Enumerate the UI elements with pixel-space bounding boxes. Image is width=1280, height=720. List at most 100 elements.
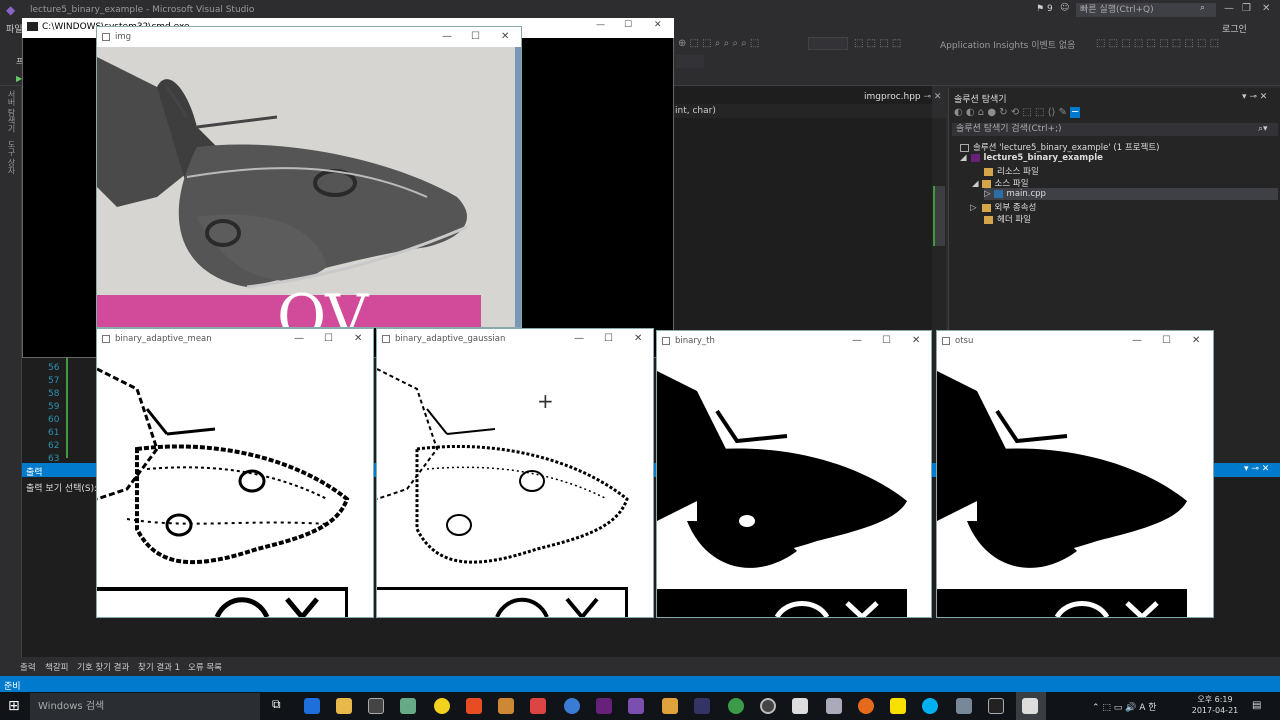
- console-minimize-button[interactable]: —: [596, 20, 605, 30]
- editor-scroll-thumb[interactable]: [933, 186, 945, 246]
- minimize-button[interactable]: —: [294, 329, 304, 349]
- app-icon[interactable]: [498, 698, 514, 714]
- toolbar-combobox[interactable]: [808, 37, 848, 50]
- visual-studio-icon[interactable]: [596, 698, 612, 714]
- toolbar-icons-mid[interactable]: ⬚ ⬚ ⬚ ⬚: [854, 38, 901, 49]
- maximize-button[interactable]: ☐: [324, 329, 333, 349]
- store-icon[interactable]: [368, 698, 384, 714]
- config-dropdown[interactable]: [676, 55, 704, 68]
- login-link[interactable]: 로그인: [1222, 22, 1247, 35]
- close-button[interactable]: ✕: [1262, 3, 1270, 14]
- close-button[interactable]: ✕: [634, 329, 642, 349]
- solution-explorer-toolbar[interactable]: ◐ ◐ ⌂ ● ↻ ⟲ ⬚ ⬚ ⟨⟩ ✎ ─: [954, 107, 1280, 121]
- application-insights[interactable]: Application Insights 이벤트 없음: [940, 38, 1075, 51]
- expand-icon[interactable]: ◢: [972, 179, 979, 189]
- tab-imgproc-hpp[interactable]: imgproc.hpp ⊸ ✕: [864, 92, 941, 102]
- moth-photo: OV: [97, 47, 521, 327]
- tree-item-header-files[interactable]: 헤더 파일: [984, 213, 1031, 225]
- quick-launch-input[interactable]: 빠른 실행(Ctrl+Q): [1076, 3, 1216, 17]
- firefox-icon[interactable]: [858, 698, 874, 714]
- tree-item-resource-files[interactable]: 리소스 파일: [984, 165, 1039, 177]
- maximize-button[interactable]: ☐: [604, 329, 613, 349]
- collapse-icon[interactable]: ▷: [970, 203, 977, 213]
- toolbar-icons-left[interactable]: ⊕ ⬚ ⬚ ⌕ ⌕ ⌕ ⌕ ⬚: [678, 38, 759, 49]
- tab-symbol-results[interactable]: 기호 찾기 결과: [77, 661, 129, 673]
- toolbar-icons-right[interactable]: ⬚ ⬚ ⬚ ⬚ ⬚ ⬚ ⬚ ⬚ ⬚ ⬚: [1096, 38, 1219, 49]
- windows-start-icon[interactable]: ⊞: [8, 698, 20, 714]
- skype-icon[interactable]: [922, 698, 938, 714]
- notification-center-icon[interactable]: ▤: [1252, 700, 1261, 711]
- binary-adaptive-gaussian-titlebar[interactable]: binary_adaptive_gaussian — ☐ ✕: [377, 329, 653, 349]
- minimize-button[interactable]: —: [1224, 3, 1234, 14]
- app-icon[interactable]: [530, 698, 546, 714]
- taskbar-search-box[interactable]: Windows 검색: [30, 693, 260, 720]
- tab-bookmarks[interactable]: 책갈피: [45, 661, 68, 673]
- search-options-icon[interactable]: ⌕▾: [1258, 124, 1268, 134]
- visual-studio-icon[interactable]: [628, 698, 644, 714]
- server-explorer-tab[interactable]: 서버 탐색기: [6, 90, 17, 133]
- member-navigation-dropdown[interactable]: int, char): [672, 104, 932, 118]
- binary-adaptive-mean-titlebar[interactable]: binary_adaptive_mean — ☐ ✕: [97, 329, 373, 349]
- binary-th-titlebar[interactable]: binary_th — ☐ ✕: [657, 331, 931, 351]
- opencv-window-icon[interactable]: [1022, 698, 1038, 714]
- maximize-button[interactable]: ☐: [1162, 331, 1171, 351]
- restore-button[interactable]: ❐: [1242, 3, 1251, 14]
- task-view-icon[interactable]: ⧉: [272, 697, 281, 712]
- console-close-button[interactable]: ✕: [654, 20, 662, 30]
- app-icon[interactable]: [564, 698, 580, 714]
- tab-output[interactable]: 출력: [20, 661, 36, 673]
- minimize-button[interactable]: —: [442, 27, 452, 47]
- app-icon[interactable]: [662, 698, 678, 714]
- tree-item-external-deps[interactable]: ▷ 외부 종속성: [970, 201, 1036, 213]
- img-window[interactable]: img — ☐ ✕ OV: [96, 26, 522, 328]
- kakaotalk-icon[interactable]: [890, 698, 906, 714]
- console-maximize-button[interactable]: ☐: [624, 20, 632, 30]
- collapse-icon[interactable]: ▷: [984, 189, 991, 199]
- maximize-button[interactable]: ☐: [882, 331, 891, 351]
- maximize-button[interactable]: ☐: [471, 27, 480, 47]
- otsu-window[interactable]: otsu — ☐ ✕: [936, 330, 1214, 618]
- solution-search-input[interactable]: 솔루션 탐색기 검색(Ctrl+;): [952, 123, 1278, 136]
- toolbox-tab[interactable]: 도구 상자: [6, 140, 17, 175]
- chrome-icon[interactable]: [728, 698, 744, 714]
- media-player-icon[interactable]: [434, 698, 450, 714]
- panel-controls[interactable]: ▾ ⊸ ✕: [1242, 92, 1267, 102]
- close-button[interactable]: ✕: [501, 27, 509, 47]
- expand-icon[interactable]: ◢: [960, 153, 967, 163]
- taskbar-clock[interactable]: 오후 6:19 2017-04-21: [1190, 694, 1240, 716]
- output-controls[interactable]: ▾ ⊸ ✕: [1244, 464, 1269, 474]
- edge-icon[interactable]: [304, 698, 320, 714]
- mouse-crosshair-icon: +: [537, 389, 554, 413]
- tree-item-solution[interactable]: 솔루션 'lecture5_binary_example' (1 프로젝트): [960, 141, 1159, 153]
- feedback-icon[interactable]: ☺: [1060, 3, 1069, 13]
- close-button[interactable]: ✕: [912, 331, 920, 351]
- minimize-button[interactable]: —: [1132, 331, 1142, 351]
- binary-adaptive-gaussian-window[interactable]: binary_adaptive_gaussian — ☐ ✕ +: [376, 328, 654, 618]
- otsu-titlebar[interactable]: otsu — ☐ ✕: [937, 331, 1213, 351]
- tab-error-list[interactable]: 오류 목록: [188, 661, 222, 673]
- close-button[interactable]: ✕: [1192, 331, 1200, 351]
- minimize-button[interactable]: —: [852, 331, 862, 351]
- app-icon[interactable]: [400, 698, 416, 714]
- tab-find-results[interactable]: 찾기 결과 1: [138, 661, 180, 673]
- tree-item-source-files[interactable]: ◢ 소스 파일: [972, 177, 1029, 189]
- close-button[interactable]: ✕: [354, 329, 362, 349]
- cmd-icon[interactable]: [988, 698, 1004, 714]
- system-tray-icons[interactable]: ⌃ ⬚ ▭ 🔊 A 한: [1092, 700, 1157, 713]
- minimize-button[interactable]: —: [574, 329, 584, 349]
- tree-item-project[interactable]: ◢ lecture5_binary_example: [960, 153, 1103, 163]
- binary-adaptive-mean-window[interactable]: binary_adaptive_mean — ☐ ✕: [96, 328, 374, 618]
- file-explorer-icon[interactable]: [336, 698, 352, 714]
- app-icon[interactable]: [792, 698, 808, 714]
- app-icon[interactable]: [466, 698, 482, 714]
- app-icon[interactable]: [826, 698, 842, 714]
- img-titlebar[interactable]: img — ☐ ✕: [97, 27, 521, 47]
- app-icon[interactable]: [694, 698, 710, 714]
- binary-th-window[interactable]: binary_th — ☐ ✕: [656, 330, 932, 618]
- notification-flag-icon[interactable]: ⚑ 9: [1036, 4, 1053, 14]
- app-icon[interactable]: [760, 698, 776, 714]
- search-icon[interactable]: ⌕: [1200, 3, 1205, 13]
- app-icon[interactable]: [956, 698, 972, 714]
- tree-item-main-cpp[interactable]: ▷ main.cpp: [984, 189, 1046, 199]
- menu-file[interactable]: 파일: [6, 22, 23, 35]
